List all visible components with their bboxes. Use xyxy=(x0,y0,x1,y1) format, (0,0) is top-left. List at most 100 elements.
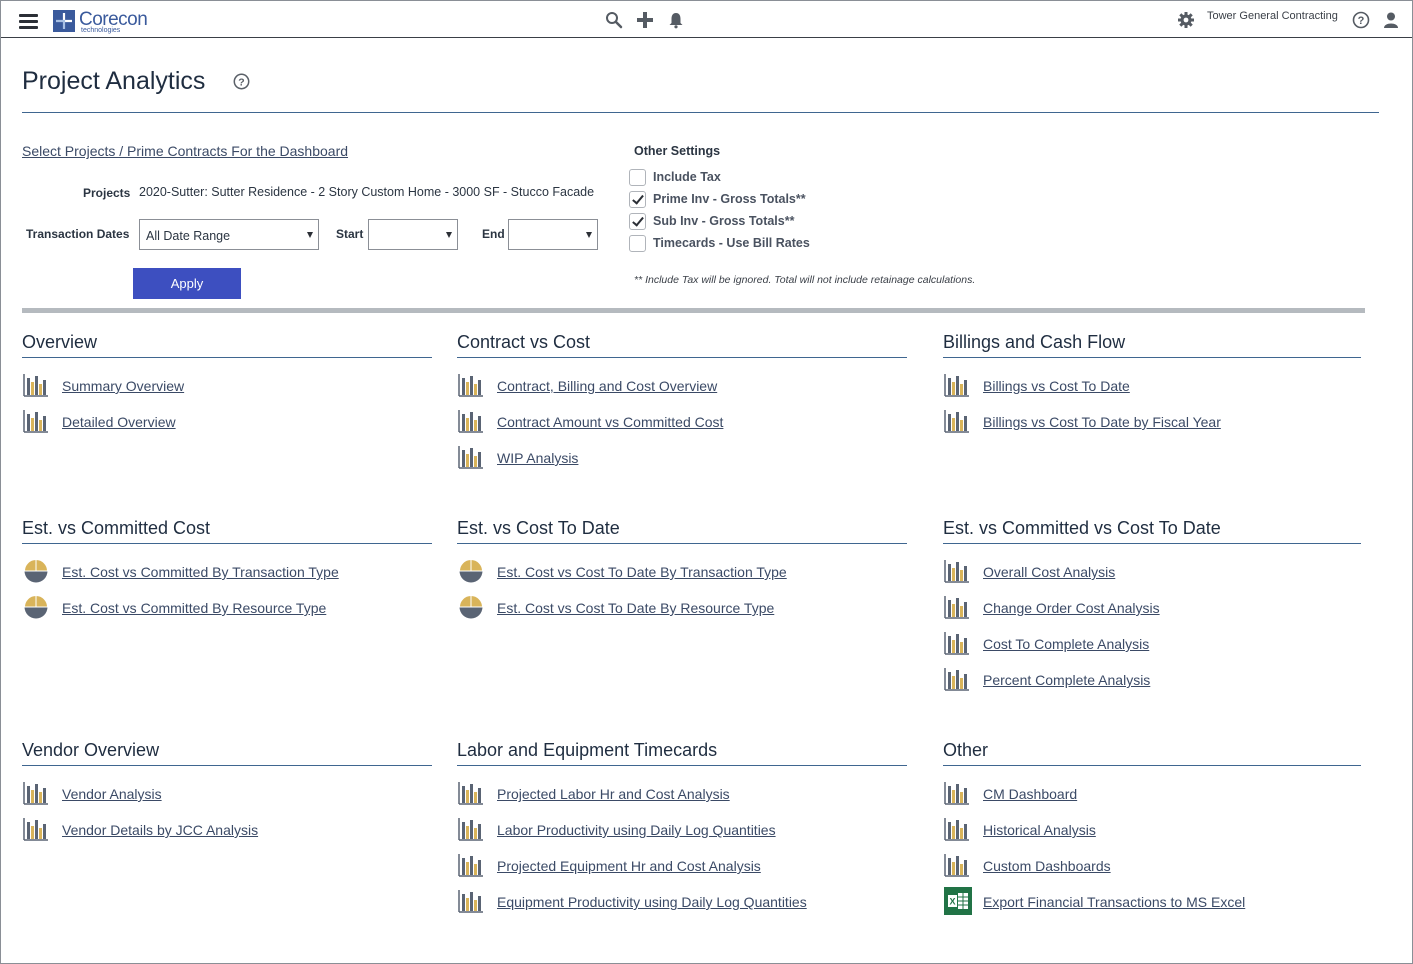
report-link[interactable]: Est. Cost vs Committed By Resource Type xyxy=(62,600,326,616)
report-link[interactable]: Contract Amount vs Committed Cost xyxy=(497,414,723,430)
transaction-dates-select[interactable]: All Date Range xyxy=(139,219,319,250)
settings-gear-icon[interactable] xyxy=(1177,11,1195,29)
report-link[interactable]: Custom Dashboards xyxy=(983,858,1111,874)
report-link-row[interactable]: WIP Analysis xyxy=(457,443,907,479)
bar-chart-icon[interactable] xyxy=(944,853,970,877)
search-icon[interactable] xyxy=(605,11,623,29)
report-link[interactable]: WIP Analysis xyxy=(497,450,578,466)
add-icon[interactable] xyxy=(636,11,654,29)
company-name[interactable]: Tower General Contracting xyxy=(1207,10,1338,22)
report-link-row[interactable]: Billings vs Cost To Date xyxy=(943,371,1361,407)
report-link[interactable]: Est. Cost vs Cost To Date By Transaction… xyxy=(497,564,787,580)
pie-chart-icon[interactable] xyxy=(23,558,49,583)
bar-chart-icon[interactable] xyxy=(23,781,49,805)
report-link[interactable]: Projected Labor Hr and Cost Analysis xyxy=(497,786,730,802)
bar-chart-icon[interactable] xyxy=(23,409,49,433)
prime-inv-gross-checkbox[interactable] xyxy=(629,190,646,208)
report-link-row[interactable]: Billings vs Cost To Date by Fiscal Year xyxy=(943,407,1361,443)
report-link[interactable]: Percent Complete Analysis xyxy=(983,672,1150,688)
report-link-row[interactable]: Labor Productivity using Daily Log Quant… xyxy=(457,815,907,851)
report-link-row[interactable]: Est. Cost vs Committed By Transaction Ty… xyxy=(22,557,432,593)
user-profile-icon[interactable] xyxy=(1382,11,1400,29)
report-link[interactable]: CM Dashboard xyxy=(983,786,1077,802)
corecon-logo[interactable]: Corecon technologies xyxy=(53,10,148,34)
report-link[interactable]: Labor Productivity using Daily Log Quant… xyxy=(497,822,776,838)
report-link-row[interactable]: Projected Equipment Hr and Cost Analysis xyxy=(457,851,907,887)
report-link[interactable]: Billings vs Cost To Date by Fiscal Year xyxy=(983,414,1221,430)
report-link-row[interactable]: Equipment Productivity using Daily Log Q… xyxy=(457,887,907,923)
pie-chart-icon[interactable] xyxy=(458,558,484,583)
bar-chart-icon[interactable] xyxy=(944,559,970,583)
report-link[interactable]: Export Financial Transactions to MS Exce… xyxy=(983,894,1245,910)
include-tax-checkbox[interactable] xyxy=(629,168,646,186)
sub-inv-gross-checkbox[interactable] xyxy=(629,212,646,230)
bar-chart-icon[interactable] xyxy=(458,445,484,469)
notification-bell-icon[interactable] xyxy=(667,11,685,29)
report-link-row[interactable]: X Export Financial Transactions to MS Exc… xyxy=(943,887,1361,923)
report-link-row[interactable]: Projected Labor Hr and Cost Analysis xyxy=(457,779,907,815)
bar-chart-icon[interactable] xyxy=(458,817,484,841)
report-link[interactable]: Est. Cost vs Cost To Date By Resource Ty… xyxy=(497,600,774,616)
bar-chart-icon[interactable] xyxy=(944,817,970,841)
report-link[interactable]: Overall Cost Analysis xyxy=(983,564,1115,580)
report-link[interactable]: Vendor Analysis xyxy=(62,786,162,802)
report-link-row[interactable]: Vendor Analysis xyxy=(22,779,432,815)
apply-button[interactable]: Apply xyxy=(133,268,241,299)
report-link-row[interactable]: Est. Cost vs Committed By Resource Type xyxy=(22,593,432,629)
bar-chart-icon[interactable] xyxy=(458,781,484,805)
help-icon[interactable]: ? xyxy=(1352,11,1370,29)
report-link-row[interactable]: Est. Cost vs Cost To Date By Transaction… xyxy=(457,557,907,593)
report-link-row[interactable]: Detailed Overview xyxy=(22,407,432,443)
bar-chart-icon[interactable] xyxy=(458,889,484,913)
report-link[interactable]: Vendor Details by JCC Analysis xyxy=(62,822,258,838)
bar-chart-icon[interactable] xyxy=(23,817,49,841)
report-link-row[interactable]: Vendor Details by JCC Analysis xyxy=(22,815,432,851)
start-label: Start xyxy=(336,227,364,241)
report-link[interactable]: Contract, Billing and Cost Overview xyxy=(497,378,717,394)
report-link-row[interactable]: Overall Cost Analysis xyxy=(943,557,1361,593)
pie-chart-icon[interactable] xyxy=(23,594,49,619)
page-help-icon[interactable]: ? xyxy=(233,73,250,90)
hamburger-menu-icon[interactable] xyxy=(19,14,38,29)
report-link[interactable]: Cost To Complete Analysis xyxy=(983,636,1149,652)
sub-inv-gross-option[interactable]: Sub Inv - Gross Totals** xyxy=(629,212,794,230)
bar-chart-icon[interactable] xyxy=(944,409,970,433)
bar-chart-icon[interactable] xyxy=(944,373,970,397)
bar-chart-icon[interactable] xyxy=(944,595,970,619)
bar-chart-icon[interactable] xyxy=(23,373,49,397)
end-date-select[interactable] xyxy=(508,219,598,250)
report-link-row[interactable]: Summary Overview xyxy=(22,371,432,407)
report-link-row[interactable]: Contract Amount vs Committed Cost xyxy=(457,407,907,443)
bar-chart-icon[interactable] xyxy=(944,667,970,691)
timecards-bill-rates-option[interactable]: Timecards - Use Bill Rates xyxy=(629,234,810,252)
start-date-select[interactable] xyxy=(368,219,458,250)
report-link[interactable]: Equipment Productivity using Daily Log Q… xyxy=(497,894,807,910)
report-link[interactable]: Billings vs Cost To Date xyxy=(983,378,1130,394)
prime-inv-gross-option[interactable]: Prime Inv - Gross Totals** xyxy=(629,190,806,208)
report-link-row[interactable]: Change Order Cost Analysis xyxy=(943,593,1361,629)
report-link[interactable]: Projected Equipment Hr and Cost Analysis xyxy=(497,858,761,874)
report-link-row[interactable]: Custom Dashboards xyxy=(943,851,1361,887)
timecards-bill-rates-checkbox[interactable] xyxy=(629,234,646,252)
report-link[interactable]: Detailed Overview xyxy=(62,414,176,430)
bar-chart-icon[interactable] xyxy=(944,631,970,655)
excel-icon[interactable]: X xyxy=(944,887,972,915)
bar-chart-icon[interactable] xyxy=(458,409,484,433)
report-link[interactable]: Historical Analysis xyxy=(983,822,1096,838)
report-link-row[interactable]: Est. Cost vs Cost To Date By Resource Ty… xyxy=(457,593,907,629)
report-link-row[interactable]: Contract, Billing and Cost Overview xyxy=(457,371,907,407)
report-link-row[interactable]: Cost To Complete Analysis xyxy=(943,629,1361,665)
report-link-row[interactable]: Historical Analysis xyxy=(943,815,1361,851)
bar-chart-icon[interactable] xyxy=(458,373,484,397)
report-link-row[interactable]: Percent Complete Analysis xyxy=(943,665,1361,701)
report-link[interactable]: Est. Cost vs Committed By Transaction Ty… xyxy=(62,564,339,580)
bar-chart-icon[interactable] xyxy=(458,853,484,877)
svg-text:?: ? xyxy=(238,77,244,89)
pie-chart-icon[interactable] xyxy=(458,594,484,619)
report-link-row[interactable]: CM Dashboard xyxy=(943,779,1361,815)
include-tax-option[interactable]: Include Tax xyxy=(629,168,721,186)
report-link[interactable]: Change Order Cost Analysis xyxy=(983,600,1160,616)
bar-chart-icon[interactable] xyxy=(944,781,970,805)
report-link[interactable]: Summary Overview xyxy=(62,378,184,394)
select-projects-link[interactable]: Select Projects / Prime Contracts For th… xyxy=(22,143,348,159)
